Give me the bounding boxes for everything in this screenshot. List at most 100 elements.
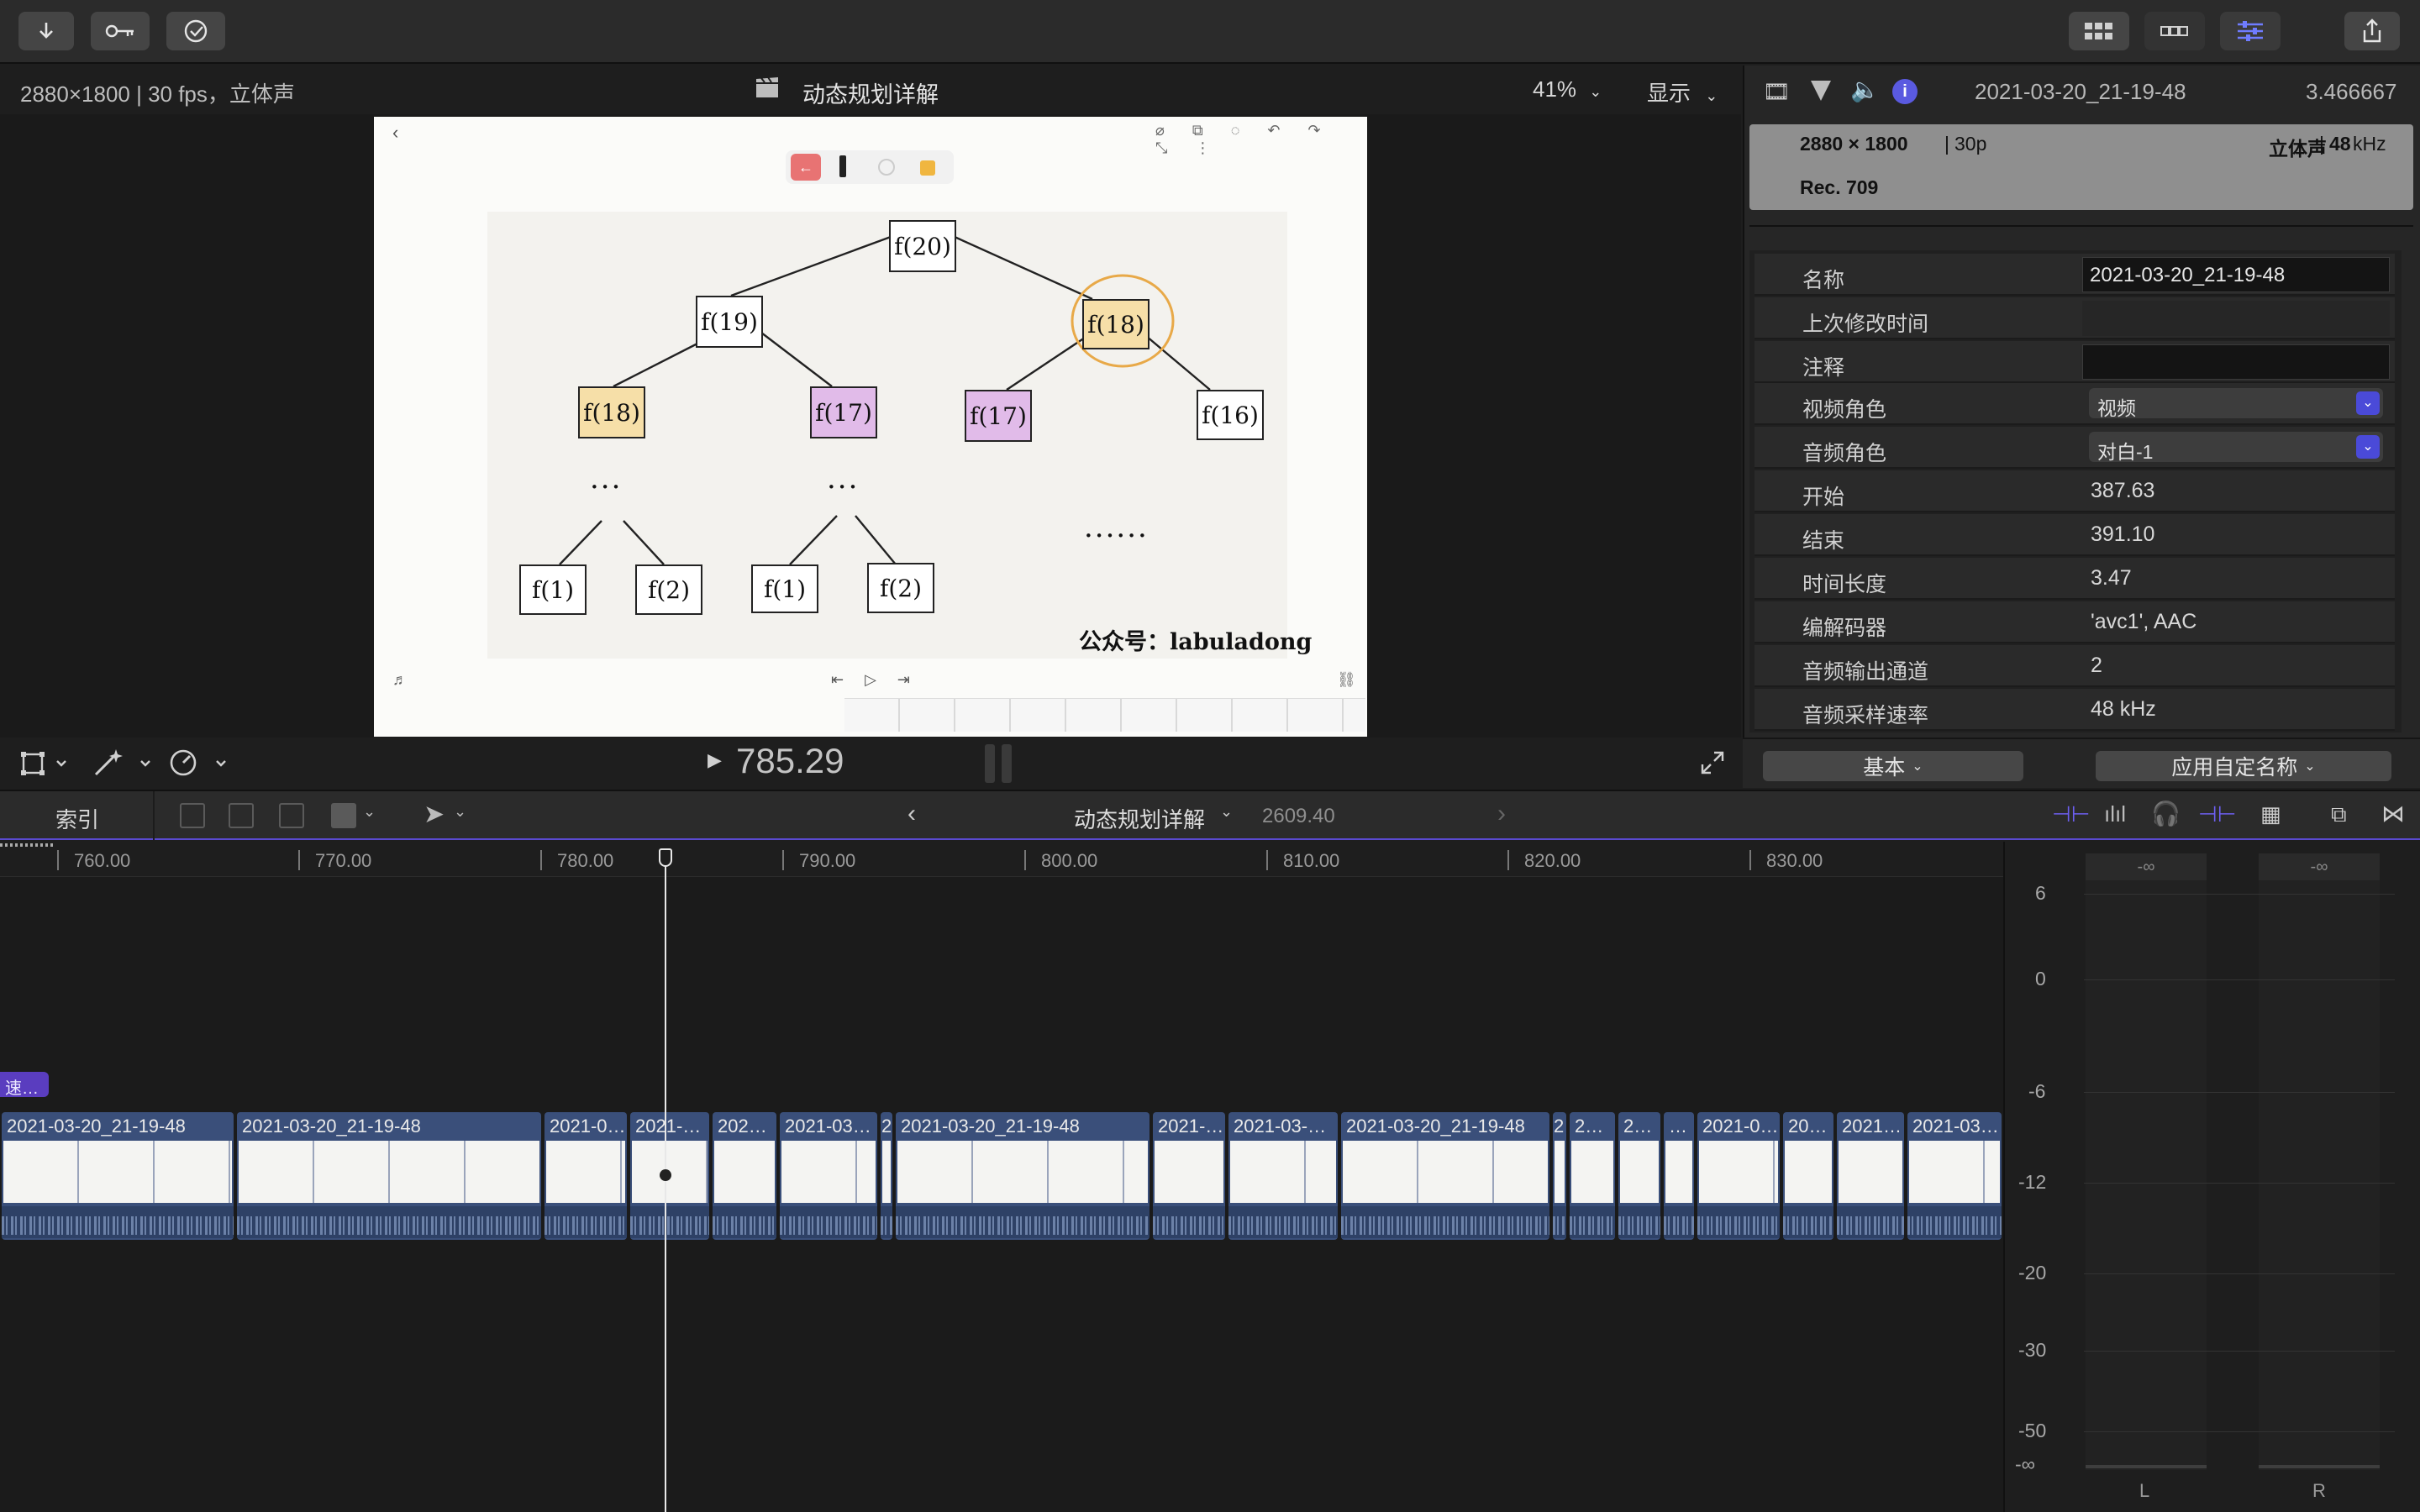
meter-scale-label: -50 xyxy=(2018,1420,2047,1441)
timeline-clip[interactable]: 2021-03-20_21-19-48 xyxy=(1341,1112,1549,1240)
transform-menu[interactable] xyxy=(20,749,74,782)
property-row-duration: 时间长度 3.47 xyxy=(1754,558,2395,600)
tree-node-right: f(18) xyxy=(1082,299,1150,349)
tree-node-l2-4: f(16) xyxy=(1197,390,1264,440)
timeline-index-icon[interactable]: ⧉ xyxy=(2331,801,2347,828)
overwrite-clip-icon[interactable] xyxy=(331,803,356,828)
insert-clip-icon[interactable] xyxy=(229,803,254,828)
info-icon[interactable]: i xyxy=(1892,79,1918,104)
transitions-icon[interactable]: ⋈ xyxy=(2381,800,2405,827)
play-button[interactable]: ▶ xyxy=(708,749,722,771)
timeline-toggle-button[interactable] xyxy=(2144,12,2205,50)
timeline-clip[interactable]: 2021-… xyxy=(1153,1112,1225,1240)
clip-name: 2021-03-20_21-19-48 xyxy=(7,1116,186,1137)
timeline-clip[interactable]: 2… xyxy=(1570,1112,1615,1240)
property-label: 视频角色 xyxy=(1802,398,1887,422)
tree-node-l2-3: f(17) xyxy=(965,390,1032,442)
share-button[interactable] xyxy=(2344,12,2400,50)
fullscreen-button[interactable] xyxy=(1699,749,1726,780)
property-value: 2 xyxy=(2091,654,2102,677)
chevron-down-icon[interactable]: ⌄ xyxy=(363,803,376,821)
retime-menu[interactable] xyxy=(166,748,234,782)
clip-name: 2021-03-20_21-19-48 xyxy=(901,1116,1080,1137)
property-value: 48 kHz xyxy=(2091,697,2156,721)
timeline-clip[interactable]: 2021-03-20_21-19-48 xyxy=(896,1112,1150,1240)
timeline-clip[interactable]: 2021-0… xyxy=(544,1112,627,1240)
timeline-clip[interactable]: 2… xyxy=(1618,1112,1660,1240)
speaker-icon[interactable]: 🔈 xyxy=(1850,76,1880,103)
timeline-project-duration: 2609.40 xyxy=(1262,805,1335,827)
retime-badge[interactable]: 速… xyxy=(0,1072,49,1098)
timeline-project-title[interactable]: 动态规划详解 xyxy=(1074,803,1205,834)
audio-role-dropdown[interactable]: 对白-1 ⌄ xyxy=(2089,432,2383,463)
timeline-clip[interactable]: 2021-0… xyxy=(1697,1112,1780,1240)
name-field[interactable]: 2021-03-20_21-19-48 xyxy=(2082,257,2390,292)
timeline-clip[interactable]: 2021-03… xyxy=(780,1112,877,1240)
drag-handle-left[interactable] xyxy=(985,744,995,783)
select-tool-icon[interactable]: ➤ xyxy=(424,800,445,829)
clip-name: 2… xyxy=(1623,1116,1653,1137)
meter-left-floor xyxy=(2086,1465,2207,1468)
headphones-icon[interactable]: 🎧 xyxy=(2151,800,2181,827)
inspector-header: 🎞 🔈 i 2021-03-20_21-19-48 3.466667 xyxy=(1743,66,2420,118)
chevron-down-icon: ⌄ xyxy=(2356,435,2380,459)
property-label: 结束 xyxy=(1802,529,1845,553)
timeline-clip[interactable]: 2021-03… xyxy=(1907,1112,2002,1240)
drag-handle-right[interactable] xyxy=(1002,744,1012,783)
film-icon[interactable]: 🎞 xyxy=(1763,79,1791,105)
timeline-clip[interactable]: 20… xyxy=(1783,1112,1833,1240)
summary-audio: 立体声 xyxy=(2269,138,2327,160)
share-icon xyxy=(2363,18,2381,43)
timeline-clip[interactable]: … xyxy=(1664,1112,1694,1240)
magic-wand-icon xyxy=(94,749,150,776)
property-label: 上次修改时间 xyxy=(1802,312,1929,336)
connect-clip-icon[interactable] xyxy=(180,803,205,828)
clip-name: … xyxy=(1669,1116,1687,1137)
inspector-toggle-button[interactable] xyxy=(2220,12,2281,50)
timeline-clip[interactable]: 2 xyxy=(1553,1112,1566,1240)
property-row-modified: 上次修改时间 xyxy=(1754,297,2395,339)
clip-appearance-icon[interactable]: ⊣⊢ xyxy=(2052,801,2090,827)
index-button[interactable]: 索引 xyxy=(0,791,155,840)
timeline-clip[interactable]: 2021-03-20_21-19-48 xyxy=(237,1112,541,1240)
crop-transform-icon xyxy=(21,752,66,775)
enhance-menu[interactable] xyxy=(92,748,156,782)
property-row-name: 名称 2021-03-20_21-19-48 xyxy=(1754,254,2395,296)
property-label: 编解码器 xyxy=(1802,617,1887,640)
timeline-clip[interactable]: 202… xyxy=(713,1112,776,1240)
metadata-view-button[interactable]: 基本 ⌄ xyxy=(1763,751,2023,781)
color-icon[interactable] xyxy=(1808,77,1833,107)
chevron-down-icon[interactable]: ⌄ xyxy=(454,803,466,821)
history-forward-icon[interactable]: › xyxy=(1497,800,1506,828)
meter-right xyxy=(2259,855,2380,1470)
viewer-controls: ▶ 785.29 xyxy=(0,738,1741,788)
browser-toggle-button[interactable] xyxy=(2069,12,2129,50)
timeline-clip[interactable]: 2021-03-20_21-19-48 xyxy=(2,1112,234,1240)
filmstrip-icon[interactable]: ▦ xyxy=(2260,801,2281,827)
playhead[interactable] xyxy=(665,850,666,1512)
timeline-clip[interactable]: 2021-03-… xyxy=(1228,1112,1338,1240)
clip-name: 2… xyxy=(1575,1116,1604,1137)
tree-leaf-3: f(1) xyxy=(751,564,818,613)
video-role-dropdown[interactable]: 视频 ⌄ xyxy=(2089,388,2383,419)
timecode-display[interactable]: 785.29 xyxy=(736,741,844,781)
history-back-icon[interactable]: ‹ xyxy=(908,800,916,828)
property-label: 时间长度 xyxy=(1802,573,1887,596)
append-clip-icon[interactable] xyxy=(279,803,304,828)
playhead-handle[interactable] xyxy=(659,848,672,867)
timeline-clip[interactable]: 2 xyxy=(881,1112,892,1240)
notes-field[interactable] xyxy=(2082,344,2390,380)
timeline-ruler[interactable]: 760.00 770.00 780.00 790.00 800.00 810.0… xyxy=(0,842,2003,877)
apply-names-button[interactable]: 应用自定名称 ⌄ xyxy=(2096,751,2391,781)
watermark-text: 公众号：labuladong xyxy=(1079,629,1313,655)
ruler-label: 770.00 xyxy=(315,850,372,871)
audio-waveform-icon[interactable]: ılıl xyxy=(2104,801,2126,827)
tree-edges xyxy=(559,235,1211,565)
summary-sample: 48 xyxy=(2329,133,2351,155)
timeline-clip[interactable]: 2021… xyxy=(1837,1112,1904,1240)
snapping-icon[interactable]: ⊣⊢ xyxy=(2198,801,2236,827)
video-role-value: 视频 xyxy=(2097,397,2136,419)
clip-name: 2021-03-20_21-19-48 xyxy=(242,1116,421,1137)
inspector-duration: 3.466667 xyxy=(2306,79,2397,104)
chevron-down-icon[interactable]: ⌄ xyxy=(1220,803,1233,821)
